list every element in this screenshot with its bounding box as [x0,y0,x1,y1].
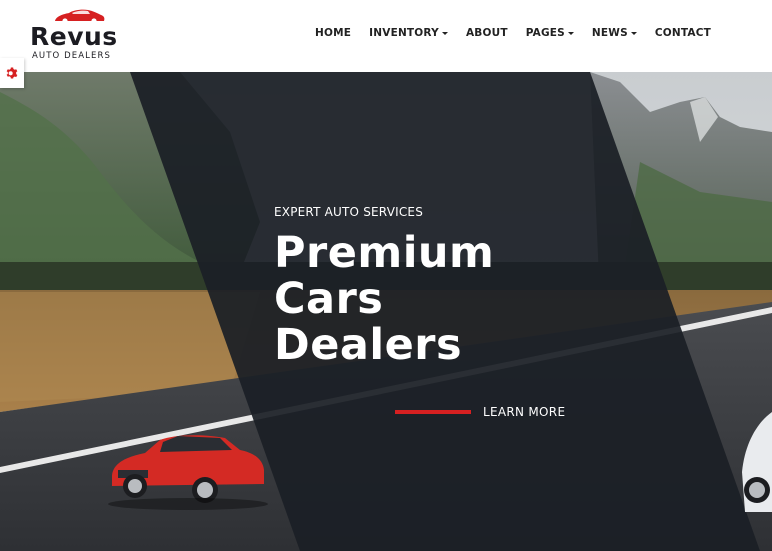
headline-line: Premium [274,228,495,278]
brand-logo[interactable]: Revus AUTO DEALERS [30,8,120,64]
gear-icon [6,67,18,79]
settings-toggle[interactable] [0,58,24,88]
caret-down-icon [630,32,637,35]
hero-headline: Premium Cars Dealers [274,230,494,368]
main-nav: HOME INVENTORY ABOUT PAGES NEWS CONTACT [306,27,720,39]
nav-item-label: CONTACT [654,27,711,39]
nav-item-inventory[interactable]: INVENTORY [360,27,457,39]
brand-name: Revus [30,22,118,51]
hero-eyebrow: EXPERT AUTO SERVICES [274,205,424,219]
nav-item-contact[interactable]: CONTACT [646,27,720,39]
caret-down-icon [567,32,574,35]
headline-line: Dealers [274,320,463,370]
hero-content: EXPERT AUTO SERVICES Premium Cars Dealer… [274,205,494,368]
nav-item-label: ABOUT [465,27,508,39]
nav-item-label: INVENTORY [369,27,439,39]
nav-item-label: NEWS [591,27,628,39]
learn-more-label: LEARN MORE [483,405,566,419]
nav-item-label: HOME [315,27,352,39]
hero-section: EXPERT AUTO SERVICES Premium Cars Dealer… [0,72,772,551]
nav-item-about[interactable]: ABOUT [457,27,517,39]
brand-tagline: AUTO DEALERS [32,51,111,61]
accent-bar [395,410,471,414]
nav-item-home[interactable]: HOME [306,27,360,39]
nav-item-news[interactable]: NEWS [583,27,646,39]
headline-line: Cars [274,274,384,324]
caret-down-icon [441,32,448,35]
site-header: Revus AUTO DEALERS HOME INVENTORY ABOUT … [0,0,772,72]
nav-item-label: PAGES [525,27,565,39]
nav-item-pages[interactable]: PAGES [517,27,583,39]
learn-more-link[interactable]: LEARN MORE [395,405,565,419]
